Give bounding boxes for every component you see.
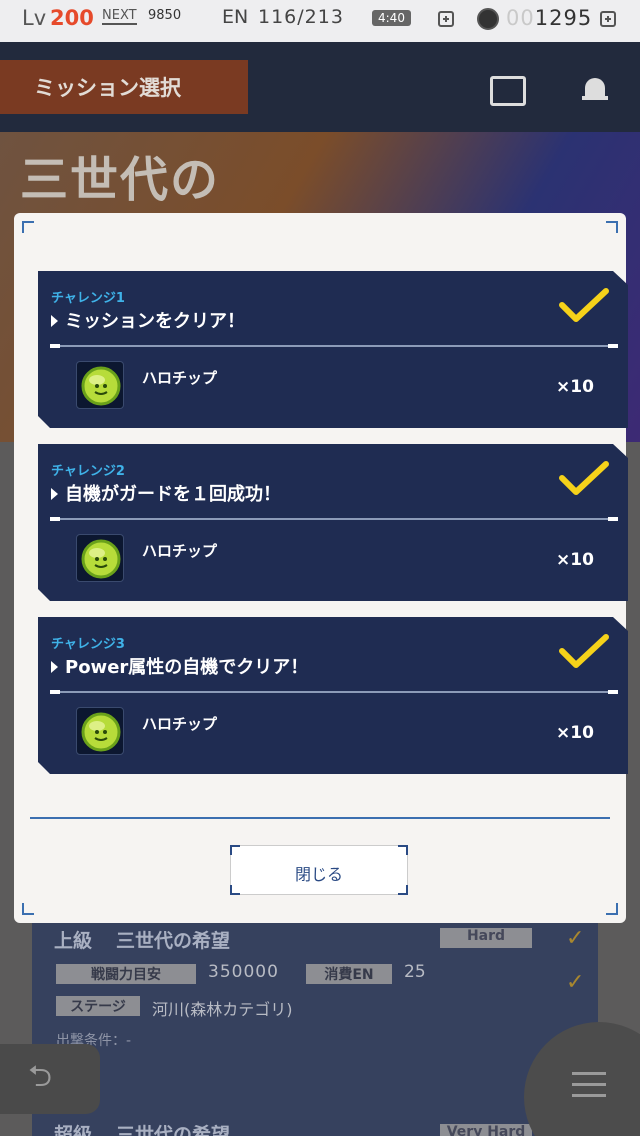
- close-button-label: 閉じる: [294, 865, 343, 884]
- screen: Lv 200 NEXT 9850 EN 116/213 4:40 001295 …: [0, 0, 640, 1136]
- challenge-label: チャレンジ2: [51, 464, 125, 479]
- next-label: NEXT: [102, 8, 137, 25]
- divider: [50, 344, 618, 348]
- corner-decoration: [22, 221, 34, 233]
- check-icon: [559, 461, 609, 495]
- challenge-label: チャレンジ1: [51, 291, 125, 306]
- challenge-card: チャレンジ3 Power属性の自機でクリア！ ハロチップ ×10: [38, 617, 628, 774]
- coin-value-padding: 00: [506, 6, 535, 30]
- reward-name: ハロチップ: [142, 542, 218, 560]
- bullet-arrow-icon: [51, 488, 58, 500]
- divider: [50, 690, 618, 694]
- en-label: EN: [222, 6, 249, 28]
- haro-chip-icon: [76, 534, 124, 582]
- check-icon: [559, 634, 609, 668]
- bullet-arrow-icon: [51, 661, 58, 673]
- reward-quantity: ×10: [556, 377, 594, 397]
- challenge-text: ミッションをクリア！: [65, 311, 245, 332]
- challenge-dialog: チャレンジ1 ミッションをクリア！ ハロチップ ×10 チャレンジ2 自機がガー…: [14, 213, 628, 923]
- challenge-label: チャレンジ3: [51, 637, 125, 652]
- corner-decoration: [230, 885, 240, 895]
- coin-value: 001295: [506, 6, 592, 30]
- level-value: 200: [50, 6, 94, 30]
- challenge-card: チャレンジ2 自機がガードを１回成功！ ハロチップ ×10: [38, 444, 628, 601]
- reward-quantity: ×10: [556, 550, 594, 570]
- coin-plus-icon[interactable]: [600, 11, 616, 27]
- challenge-card: チャレンジ1 ミッションをクリア！ ハロチップ ×10: [38, 271, 628, 428]
- corner-decoration: [230, 845, 240, 855]
- corner-decoration: [398, 845, 408, 855]
- status-bar: Lv 200 NEXT 9850 EN 116/213 4:40 001295: [0, 0, 640, 42]
- en-timer: 4:40: [372, 10, 411, 26]
- corner-decoration: [606, 903, 618, 915]
- close-button[interactable]: 閉じる: [230, 845, 408, 895]
- check-icon: [559, 288, 609, 322]
- corner-decoration: [22, 903, 34, 915]
- en-value: 116/213: [258, 6, 344, 28]
- level-label: Lv: [22, 6, 47, 30]
- en-plus-icon[interactable]: [438, 11, 454, 27]
- reward-name: ハロチップ: [142, 715, 218, 733]
- next-value: 9850: [148, 8, 182, 23]
- bullet-arrow-icon: [51, 315, 58, 327]
- divider: [50, 517, 618, 521]
- challenge-text: Power属性の自機でクリア！: [65, 657, 309, 678]
- corner-decoration: [606, 221, 618, 233]
- footer-divider: [30, 817, 610, 819]
- coin-value-number: 1295: [534, 6, 593, 30]
- reward-quantity: ×10: [556, 723, 594, 743]
- corner-decoration: [398, 885, 408, 895]
- haro-chip-icon: [76, 361, 124, 409]
- coin-icon: [477, 8, 499, 30]
- challenge-text: 自機がガードを１回成功！: [65, 484, 281, 505]
- haro-chip-icon: [76, 707, 124, 755]
- reward-name: ハロチップ: [142, 369, 218, 387]
